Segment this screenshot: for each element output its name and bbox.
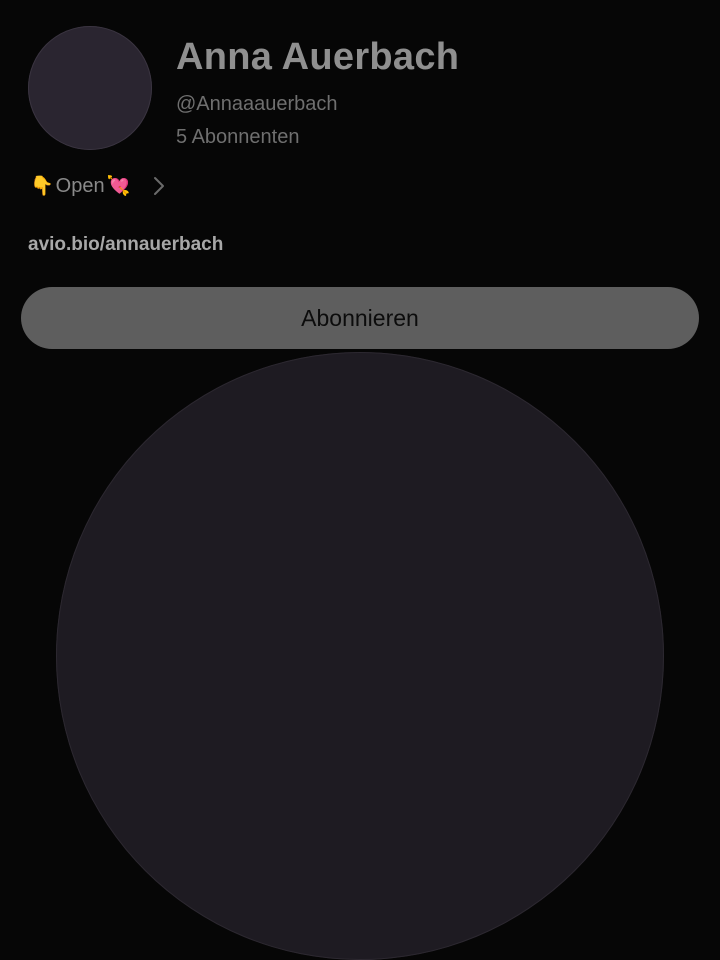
pointing-down-icon: 👇 <box>30 176 54 197</box>
teaser-label: Open <box>55 174 105 197</box>
profile-name: Anna Auerbach <box>176 36 460 78</box>
bio-link[interactable]: avio.bio/annauerbach <box>28 234 223 256</box>
profile-avatar[interactable] <box>28 26 152 150</box>
subscriber-count: 5 Abonnenten <box>176 126 300 148</box>
featured-media[interactable] <box>56 352 664 960</box>
chevron-right-icon[interactable] <box>148 175 170 197</box>
subscribe-button[interactable]: Abonnieren <box>21 287 699 349</box>
teaser-link[interactable]: 👇 Open 💘 <box>30 174 170 198</box>
profile-handle: @Annaaauerbach <box>176 93 338 115</box>
heart-arrow-icon: 💘 <box>106 176 131 197</box>
